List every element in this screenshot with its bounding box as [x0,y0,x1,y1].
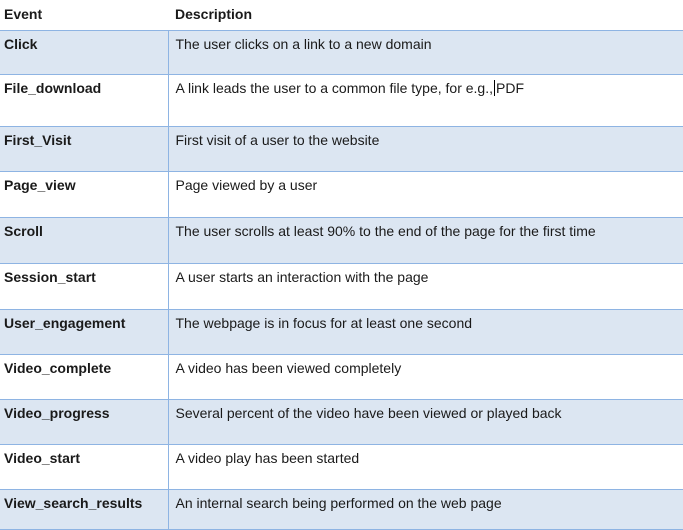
event-description: A video play has been started [167,444,683,490]
description-column-header: Description [168,0,683,31]
table-row: Video_start A video play has been starte… [0,444,683,490]
event-name: Video_complete [0,354,168,400]
table-row: Scroll The user scrolls at least 90% to … [0,217,683,264]
event-name: Video_progress [0,399,168,445]
table-row: View_search_results An internal search b… [0,489,683,530]
event-description: First visit of a user to the website [167,126,683,172]
table-row: First_Visit First visit of a user to the… [0,126,683,172]
description-text: PDF [496,79,524,96]
table-row: Session_start A user starts an interacti… [0,263,683,310]
table-row: File_download A link leads the user to a… [0,74,683,127]
event-description: The user clicks on a link to a new domai… [167,30,683,75]
event-column-header: Event [0,0,168,31]
event-name: File_download [0,74,168,127]
event-description: A user starts an interaction with the pa… [167,263,683,310]
event-name: Session_start [0,263,168,310]
event-name: Scroll [0,217,168,264]
event-name: View_search_results [0,489,168,530]
event-description: A video has been viewed completely [167,354,683,400]
text-cursor [494,79,495,96]
event-description: Several percent of the video have been v… [167,399,683,445]
table-row: Video_complete A video has been viewed c… [0,354,683,400]
event-name: User_engagement [0,309,168,355]
table-row: User_engagement The webpage is in focus … [0,309,683,355]
table-row: Video_progress Several percent of the vi… [0,399,683,445]
event-name: Page_view [0,171,168,218]
event-description: Page viewed by a user [167,171,683,218]
event-description[interactable]: A link leads the user to a common file t… [167,74,683,127]
event-name: Video_start [0,444,168,490]
description-text: A link leads the user to a common file t… [175,79,494,96]
table-row: Page_view Page viewed by a user [0,171,683,218]
event-description: An internal search being performed on th… [167,489,683,530]
events-table: Event Description Click The user clicks … [0,0,683,530]
event-description: The user scrolls at least 90% to the end… [167,217,683,264]
event-name: Click [0,30,168,75]
event-description: The webpage is in focus for at least one… [167,309,683,355]
header-row: Event Description [0,0,683,31]
event-name: First_Visit [0,126,168,172]
table-row: Click The user clicks on a link to a new… [0,30,683,75]
